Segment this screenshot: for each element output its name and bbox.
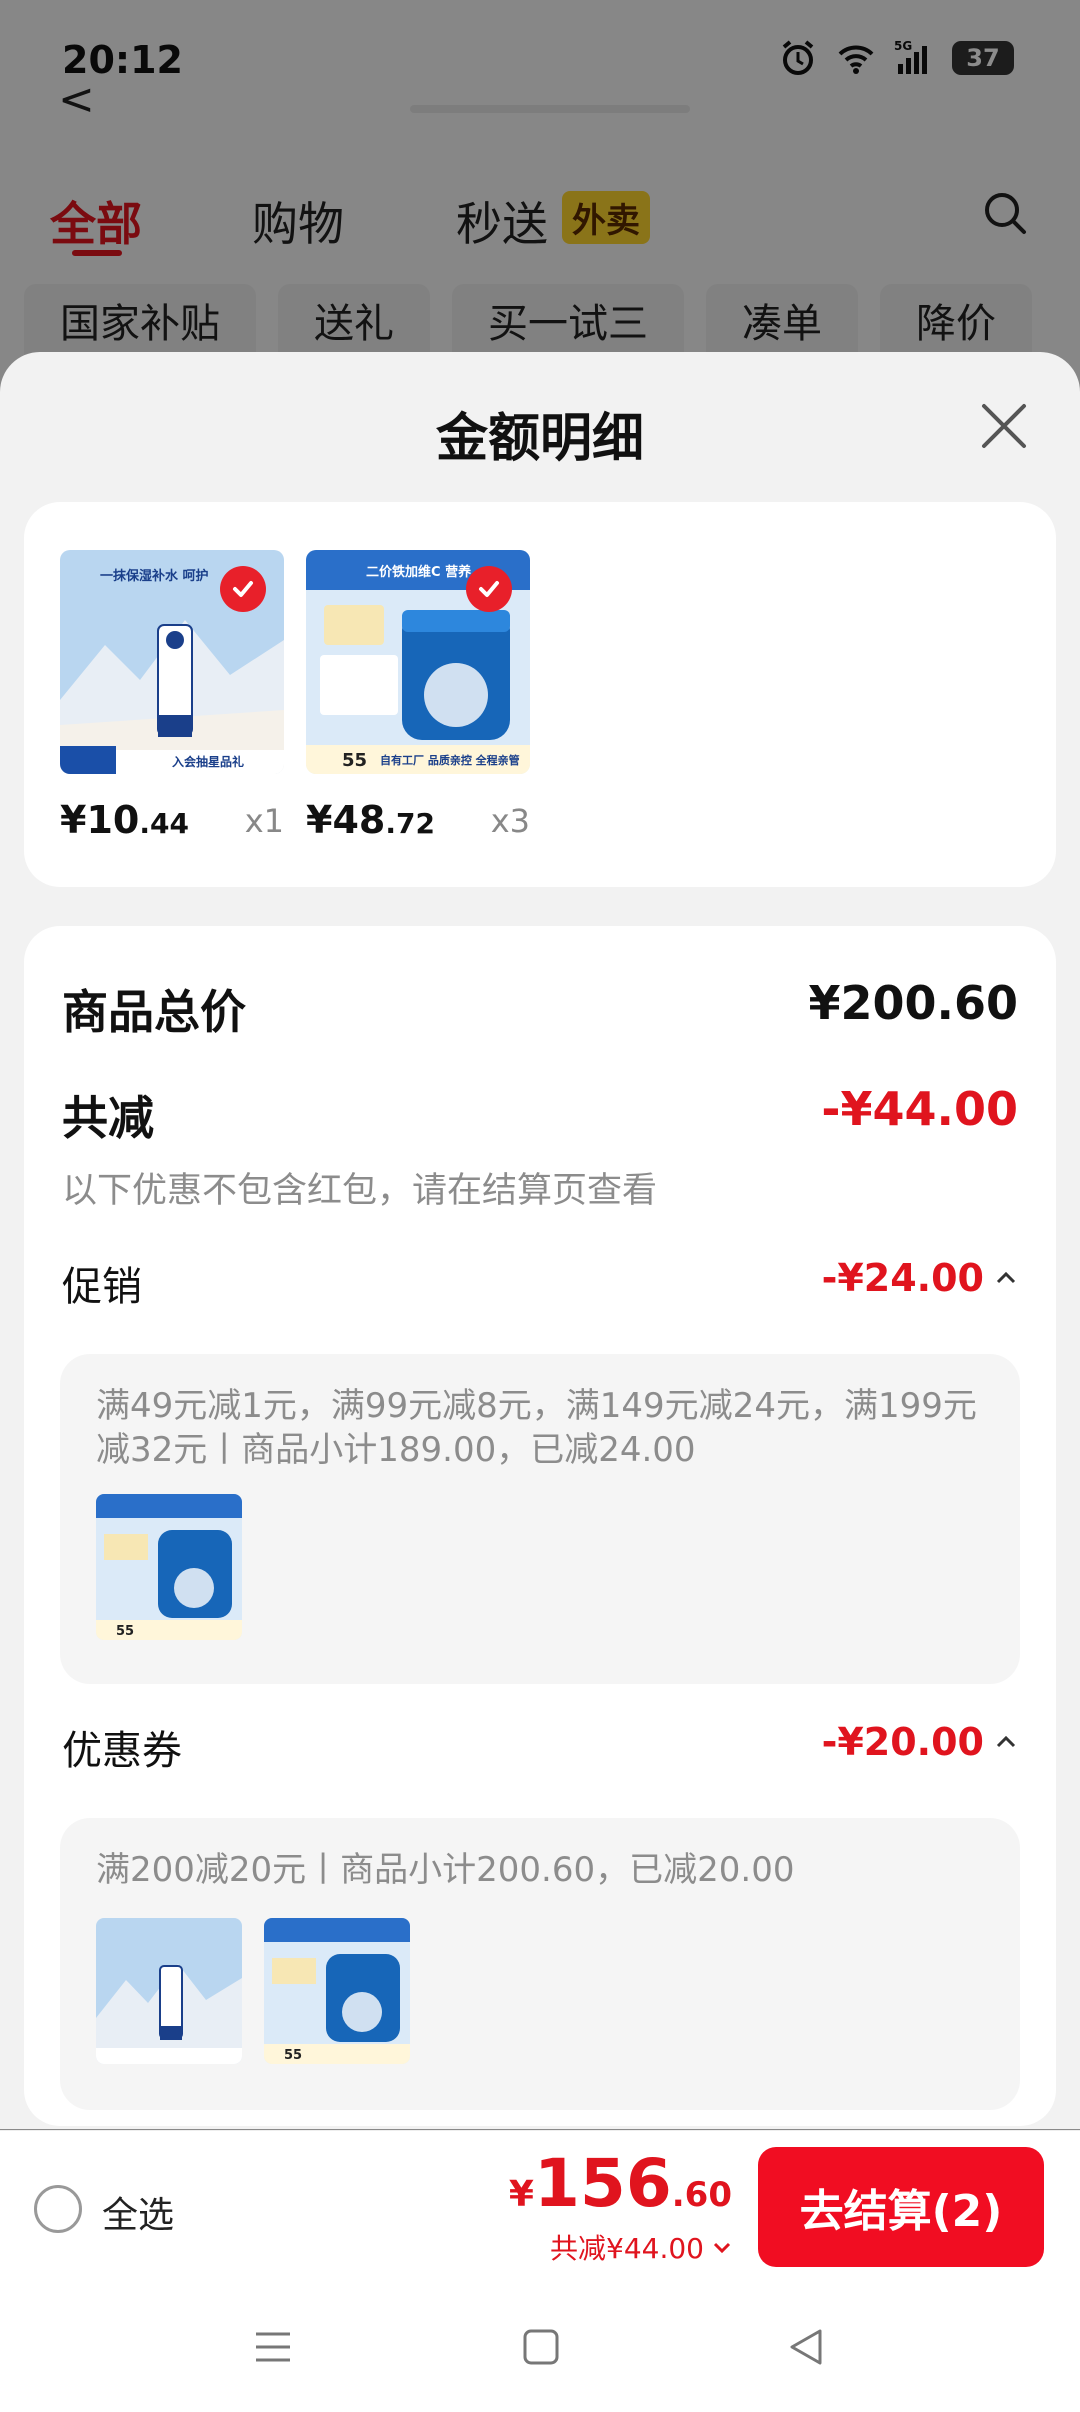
system-nav-bar [0, 2280, 1080, 2412]
svg-text:55: 55 [342, 750, 367, 771]
chevron-up-icon [996, 1271, 1016, 1284]
chevron-down-icon [713, 2242, 731, 2254]
price-detail-card: 商品总价 ¥200.60 共减 -¥44.00 以下优惠不包含红包，请在结算页查… [24, 926, 1056, 2126]
promotion-detail-box: 满49元减1元，满99元减8元，满149元减24元，满199元减32元丨商品小计… [60, 1354, 1020, 1684]
coupon-product-thumb-hand-cream [96, 1918, 242, 2064]
svg-text:55: 55 [116, 1624, 134, 1639]
select-all-radio[interactable] [34, 2185, 82, 2233]
checked-icon[interactable] [466, 566, 512, 612]
close-icon[interactable] [974, 396, 1034, 456]
total-reduce-label: 共减 [62, 1091, 154, 1145]
total-reduce-value: -¥44.00 [821, 1082, 1018, 1136]
dim-overlay[interactable] [0, 0, 1080, 400]
coupon-product-thumb-baby-cereal: 55 [264, 1918, 410, 2064]
checked-icon[interactable] [220, 566, 266, 612]
product-item[interactable]: 二价铁加维C 营养 55 自有工厂 品质亲控 全程亲管 ¥48.72 x3 [306, 550, 530, 842]
svg-text:入会抽星品礼: 入会抽星品礼 [172, 754, 244, 769]
reduce-hint: 以下优惠不包含红包，请在结算页查看 [62, 1171, 658, 1211]
svg-text:自有工厂 品质亲控 全程亲管: 自有工厂 品质亲控 全程亲管 [380, 753, 520, 767]
promotion-product-thumb: 55 [96, 1494, 242, 1640]
total-price-value: ¥200.60 [808, 976, 1018, 1030]
product-item[interactable]: 一抹保湿补水 呵护 入会抽星品礼 ¥10.44 x1 [60, 550, 284, 842]
total-reduce-toggle[interactable]: 共减¥44.00 [550, 2227, 732, 2267]
sheet-title: 金额明细 [435, 409, 644, 469]
checkout-bar: 全选 ¥156.60 共减¥44.00 去结算(2) [0, 2130, 1080, 2280]
coupon-value: -¥20.00 [821, 1720, 984, 1764]
coupon-detail-text: 满200减20元丨商品小计200.60，已减20.00 [96, 1850, 795, 1890]
amount-detail-sheet: 金额明细 一抹保湿补水 呵护 入会抽星品礼 ¥10.44 x1 二价铁加维C 营… [0, 352, 1080, 2129]
coupon-label: 优惠券 [62, 1728, 182, 1774]
menu-icon[interactable] [248, 2322, 298, 2372]
product-image-baby-cereal: 二价铁加维C 营养 55 自有工厂 品质亲控 全程亲管 [306, 550, 530, 774]
product-qty: x1 [244, 802, 284, 840]
select-all-label[interactable]: 全选 [102, 2186, 174, 2238]
promotion-label: 促销 [62, 1264, 142, 1310]
svg-text:55: 55 [284, 2048, 302, 2063]
back-icon[interactable] [782, 2322, 832, 2372]
final-price: ¥156.60 [508, 2145, 732, 2222]
product-qty: x3 [490, 802, 530, 840]
svg-text:二价铁加维C 营养: 二价铁加维C 营养 [366, 564, 472, 580]
svg-text:一抹保湿补水 呵护: 一抹保湿补水 呵护 [100, 568, 209, 584]
product-image-hand-cream: 一抹保湿补水 呵护 入会抽星品礼 [60, 550, 284, 774]
promotion-value: -¥24.00 [821, 1256, 984, 1300]
coupon-value-toggle[interactable]: -¥20.00 [822, 1720, 1018, 1764]
checkout-button[interactable]: 去结算(2) [758, 2147, 1044, 2267]
total-reduce-text: 共减¥44.00 [550, 2232, 704, 2265]
total-price-label: 商品总价 [62, 985, 246, 1039]
products-card: 一抹保湿补水 呵护 入会抽星品礼 ¥10.44 x1 二价铁加维C 营养 55 … [24, 502, 1056, 887]
product-price: ¥48.72 [306, 798, 435, 842]
coupon-detail-box: 满200减20元丨商品小计200.60，已减20.00 55 [60, 1818, 1020, 2110]
chevron-up-icon [996, 1735, 1016, 1748]
promotion-value-toggle[interactable]: -¥24.00 [822, 1256, 1018, 1300]
product-price: ¥10.44 [60, 798, 189, 842]
promotion-detail-text: 满49元减1元，满99元减8元，满149元减24元，满199元减32元丨商品小计… [96, 1386, 977, 1470]
home-icon[interactable] [516, 2322, 566, 2372]
